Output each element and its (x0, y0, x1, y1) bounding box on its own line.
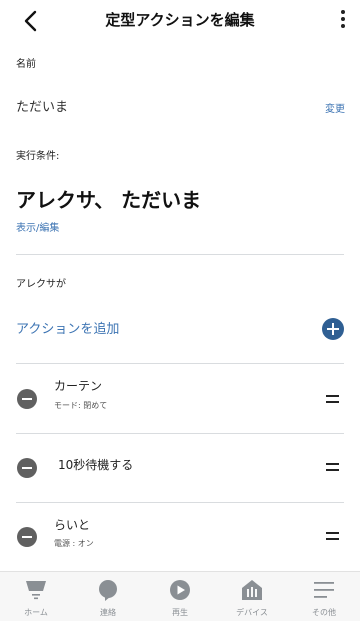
drag-handle-icon[interactable] (326, 395, 340, 405)
remove-circle-icon[interactable] (17, 458, 37, 478)
chat-bubble-icon (99, 580, 117, 601)
more-dot-icon (341, 17, 345, 21)
drag-handle-icon[interactable] (326, 463, 340, 473)
more-dot-icon (341, 10, 345, 14)
change-name-link[interactable]: 変更 (325, 100, 345, 115)
action-row[interactable]: 10秒待機する (0, 434, 360, 502)
play-icon (170, 580, 190, 600)
app-header: 定型アクションを編集 (0, 0, 360, 40)
action-row[interactable]: カーテン モード: 閉めて (0, 364, 360, 432)
tab-label: 連絡 (100, 608, 116, 617)
add-action-link[interactable]: アクションを追加 (16, 318, 119, 337)
tab-label: ホーム (24, 608, 48, 617)
tab-label: 再生 (172, 608, 188, 617)
name-label: 名前 (16, 59, 36, 70)
menu-icon (314, 582, 334, 598)
action-title: カーテン (54, 379, 103, 393)
action-title: 10秒待機する (58, 458, 134, 472)
bottom-tab-bar: ホーム 連絡 再生 デバイス その他 (0, 571, 360, 621)
remove-circle-icon[interactable] (17, 389, 37, 409)
action-title: らいと (54, 518, 91, 532)
tab-home[interactable]: ホーム (0, 572, 72, 621)
section-divider (16, 254, 344, 255)
more-options-button[interactable] (336, 10, 350, 32)
tab-more[interactable]: その他 (288, 572, 360, 621)
devices-house-icon (242, 580, 262, 600)
tab-label: デバイス (236, 608, 268, 617)
tab-devices[interactable]: デバイス (216, 572, 288, 621)
action-subtitle: 電源 : オン (54, 539, 94, 548)
actions-label: アレクサが (16, 279, 66, 290)
action-row[interactable]: らいと 電源 : オン (0, 503, 360, 571)
routine-name: ただいま (16, 100, 69, 115)
tab-play[interactable]: 再生 (144, 572, 216, 621)
action-subtitle: モード: 閉めて (54, 401, 108, 410)
trigger-label: 実行条件: (16, 151, 60, 162)
trigger-phrase: アレクサ、 ただいま (16, 188, 202, 212)
remove-circle-icon[interactable] (17, 527, 37, 547)
tab-label: その他 (312, 608, 336, 617)
add-action-button[interactable] (322, 318, 344, 340)
page-title: 定型アクションを編集 (105, 11, 255, 29)
drag-handle-icon[interactable] (326, 532, 340, 542)
more-dot-icon (341, 24, 345, 28)
tab-communicate[interactable]: 連絡 (72, 572, 144, 621)
home-icon (26, 581, 46, 600)
view-edit-trigger-link[interactable]: 表示/編集 (16, 219, 59, 234)
